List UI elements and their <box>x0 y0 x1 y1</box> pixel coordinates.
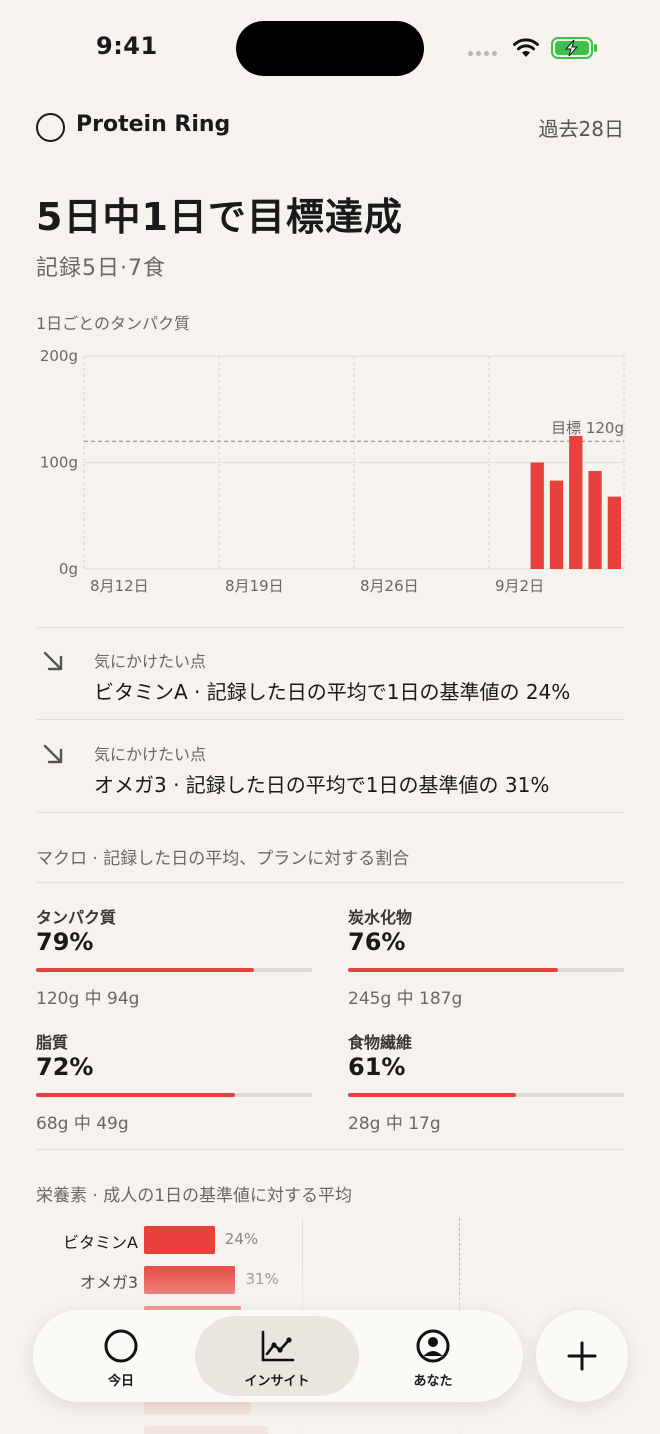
macro-percent: 76% <box>348 928 406 956</box>
macro-detail: 120g 中 94g <box>36 989 140 1009</box>
macro-progress-track <box>348 1093 624 1097</box>
y-tick-label: 0g <box>59 560 78 578</box>
y-tick-label: 200g <box>40 347 78 365</box>
macro-percent: 72% <box>36 1053 94 1081</box>
tab-label: インサイト <box>244 1374 310 1389</box>
goal-headline: 5日中1日で目標達成 <box>36 195 403 239</box>
macro-protein: タンパク質 79% 120g 中 94g <box>36 904 312 1014</box>
macro-carbs: 炭水化物 76% 245g 中 187g <box>348 904 624 1014</box>
x-tick-label: 9月2日 <box>495 577 544 595</box>
macro-detail: 28g 中 17g <box>348 1114 441 1134</box>
logo-ring-icon <box>36 113 65 142</box>
macro-fiber: 食物繊維 61% 28g 中 17g <box>348 1029 624 1139</box>
tab-label: 今日 <box>107 1374 134 1389</box>
ring-icon <box>104 1329 138 1363</box>
macro-progress-fill <box>36 1093 235 1097</box>
log-summary: 記録5日·7食 <box>36 256 166 281</box>
nutrient-percent: 24% <box>224 1230 259 1248</box>
macro-name: タンパク質 <box>36 908 117 927</box>
tab-insights[interactable]: インサイト <box>195 1316 359 1396</box>
protein-chart: 200g 100g 0g 8月12日 8月19日 8月26日 9月2日 目標 120g <box>40 347 625 595</box>
tab-label: あなた <box>413 1374 453 1389</box>
flag-text: ビタミンA · 記録した日の平均で1日の基準値の 24% <box>94 680 571 704</box>
macro-progress-track <box>36 968 312 972</box>
flag-item[interactable]: 気にかけたい点 オメガ3 · 記録した日の平均で1日の基準値の 31% <box>36 723 624 813</box>
flag-text: オメガ3 · 記録した日の平均で1日の基準値の 31% <box>94 773 550 797</box>
nutrients-section-label: 栄養素 · 成人の1日の基準値に対する平均 <box>36 1186 353 1206</box>
macro-name: 炭水化物 <box>348 908 413 927</box>
arrow-down-right-icon <box>43 744 63 764</box>
nutrient-name: ビタミンA <box>63 1233 138 1252</box>
battery-icon <box>551 37 597 59</box>
chart-icon <box>261 1330 295 1362</box>
macro-percent: 79% <box>36 928 94 956</box>
status-time: 9:41 <box>96 32 158 60</box>
dynamic-island <box>236 21 424 76</box>
macro-detail: 245g 中 187g <box>348 989 463 1009</box>
flag-label: 気にかけたい点 <box>94 745 207 764</box>
tab-bar: 今日 インサイト あなた <box>33 1310 523 1402</box>
macro-progress-fill <box>36 968 255 972</box>
signal-icon <box>468 51 497 56</box>
person-icon <box>416 1329 450 1363</box>
divider <box>36 719 624 720</box>
flag-label: 気にかけたい点 <box>94 652 207 671</box>
divider <box>36 812 624 813</box>
plus-icon <box>567 1341 597 1371</box>
macro-fat: 脂質 72% 68g 中 49g <box>36 1029 312 1139</box>
macro-progress-track <box>348 968 624 972</box>
macro-name: 脂質 <box>36 1033 69 1052</box>
protein-bar <box>549 480 564 569</box>
macro-name: 食物繊維 <box>348 1033 413 1052</box>
app-title: Protein Ring <box>76 112 231 137</box>
chart-title: 1日ごとのタンパク質 <box>36 314 191 333</box>
macro-progress-track <box>36 1093 312 1097</box>
divider <box>36 882 624 883</box>
macros-section-label: マクロ · 記録した日の平均、プランに対する割合 <box>36 849 410 869</box>
app-header: Protein Ring 過去28日 <box>36 110 624 144</box>
flag-item[interactable]: 気にかけたい点 ビタミンA · 記録した日の平均で1日の基準値の 24% <box>36 630 624 720</box>
arrow-down-right-icon <box>43 651 63 671</box>
x-tick-label: 8月26日 <box>360 577 419 595</box>
x-tick-label: 8月19日 <box>225 577 284 595</box>
protein-bar <box>588 471 602 569</box>
macro-detail: 68g 中 49g <box>36 1114 129 1134</box>
divider <box>36 627 624 628</box>
goal-label: 目標 120g <box>551 419 624 437</box>
nutrient-bar <box>144 1226 215 1254</box>
macro-percent: 61% <box>348 1053 406 1081</box>
protein-bar <box>530 462 544 569</box>
y-tick-label: 100g <box>40 454 78 472</box>
range-selector[interactable]: 過去28日 <box>539 113 624 142</box>
tab-today[interactable]: 今日 <box>39 1316 203 1396</box>
wifi-icon <box>513 38 539 57</box>
add-button[interactable] <box>536 1310 628 1402</box>
tab-you[interactable]: あなた <box>351 1316 515 1396</box>
status-bar: 9:41 <box>0 0 660 100</box>
protein-bar <box>607 496 621 569</box>
macro-progress-fill <box>348 968 558 972</box>
macro-progress-fill <box>348 1093 517 1097</box>
x-tick-label: 8月12日 <box>90 577 149 595</box>
protein-bar <box>569 435 583 569</box>
divider <box>36 1149 624 1150</box>
nutrient-row[interactable]: ビタミンA 24% <box>36 1226 624 1254</box>
